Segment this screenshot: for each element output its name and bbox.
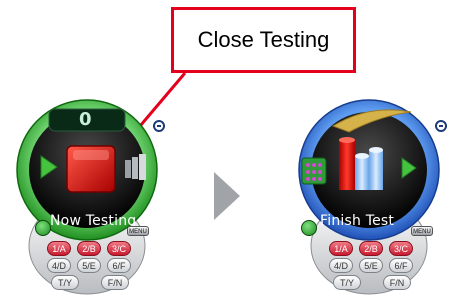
key-6f[interactable]: 6/F (389, 258, 413, 273)
key-2b[interactable]: 2/B (77, 241, 101, 256)
minimize-button[interactable] (435, 120, 447, 132)
key-1a[interactable]: 1/A (47, 241, 71, 256)
key-4d[interactable]: 4/D (329, 258, 353, 273)
menu-button[interactable]: MENU (411, 226, 433, 236)
key-fn[interactable]: F/N (101, 275, 129, 290)
key-1a[interactable]: 1/A (329, 241, 353, 256)
key-ty[interactable]: T/Y (333, 275, 361, 290)
minimize-button[interactable] (153, 120, 165, 132)
key-3c[interactable]: 3/C (107, 241, 131, 256)
counter-digit: 0 (79, 109, 92, 130)
key-6f[interactable]: 6/F (107, 258, 131, 273)
right-clicker-device: Finish Test MENU 1/A 2/B 3/C 4/D 5/E 6/F… (289, 98, 447, 298)
transition-arrow-icon (214, 172, 240, 220)
key-ty[interactable]: T/Y (51, 275, 79, 290)
left-clicker-device: 0 Now Testing MENU 1/A 2/B 3/C 4/D 5/E 6… (7, 98, 165, 298)
menu-button[interactable]: MENU (127, 226, 149, 236)
status-text: Now Testing (50, 213, 137, 229)
key-5e[interactable]: 5/E (77, 258, 101, 273)
key-4d[interactable]: 4/D (47, 258, 71, 273)
key-2b[interactable]: 2/B (359, 241, 383, 256)
results-chart-icon (339, 140, 355, 190)
power-icon[interactable] (301, 220, 317, 236)
status-text: Finish Test (320, 213, 395, 229)
power-icon[interactable] (35, 220, 51, 236)
key-3c[interactable]: 3/C (389, 241, 413, 256)
key-fn[interactable]: F/N (383, 275, 411, 290)
key-5e[interactable]: 5/E (359, 258, 383, 273)
